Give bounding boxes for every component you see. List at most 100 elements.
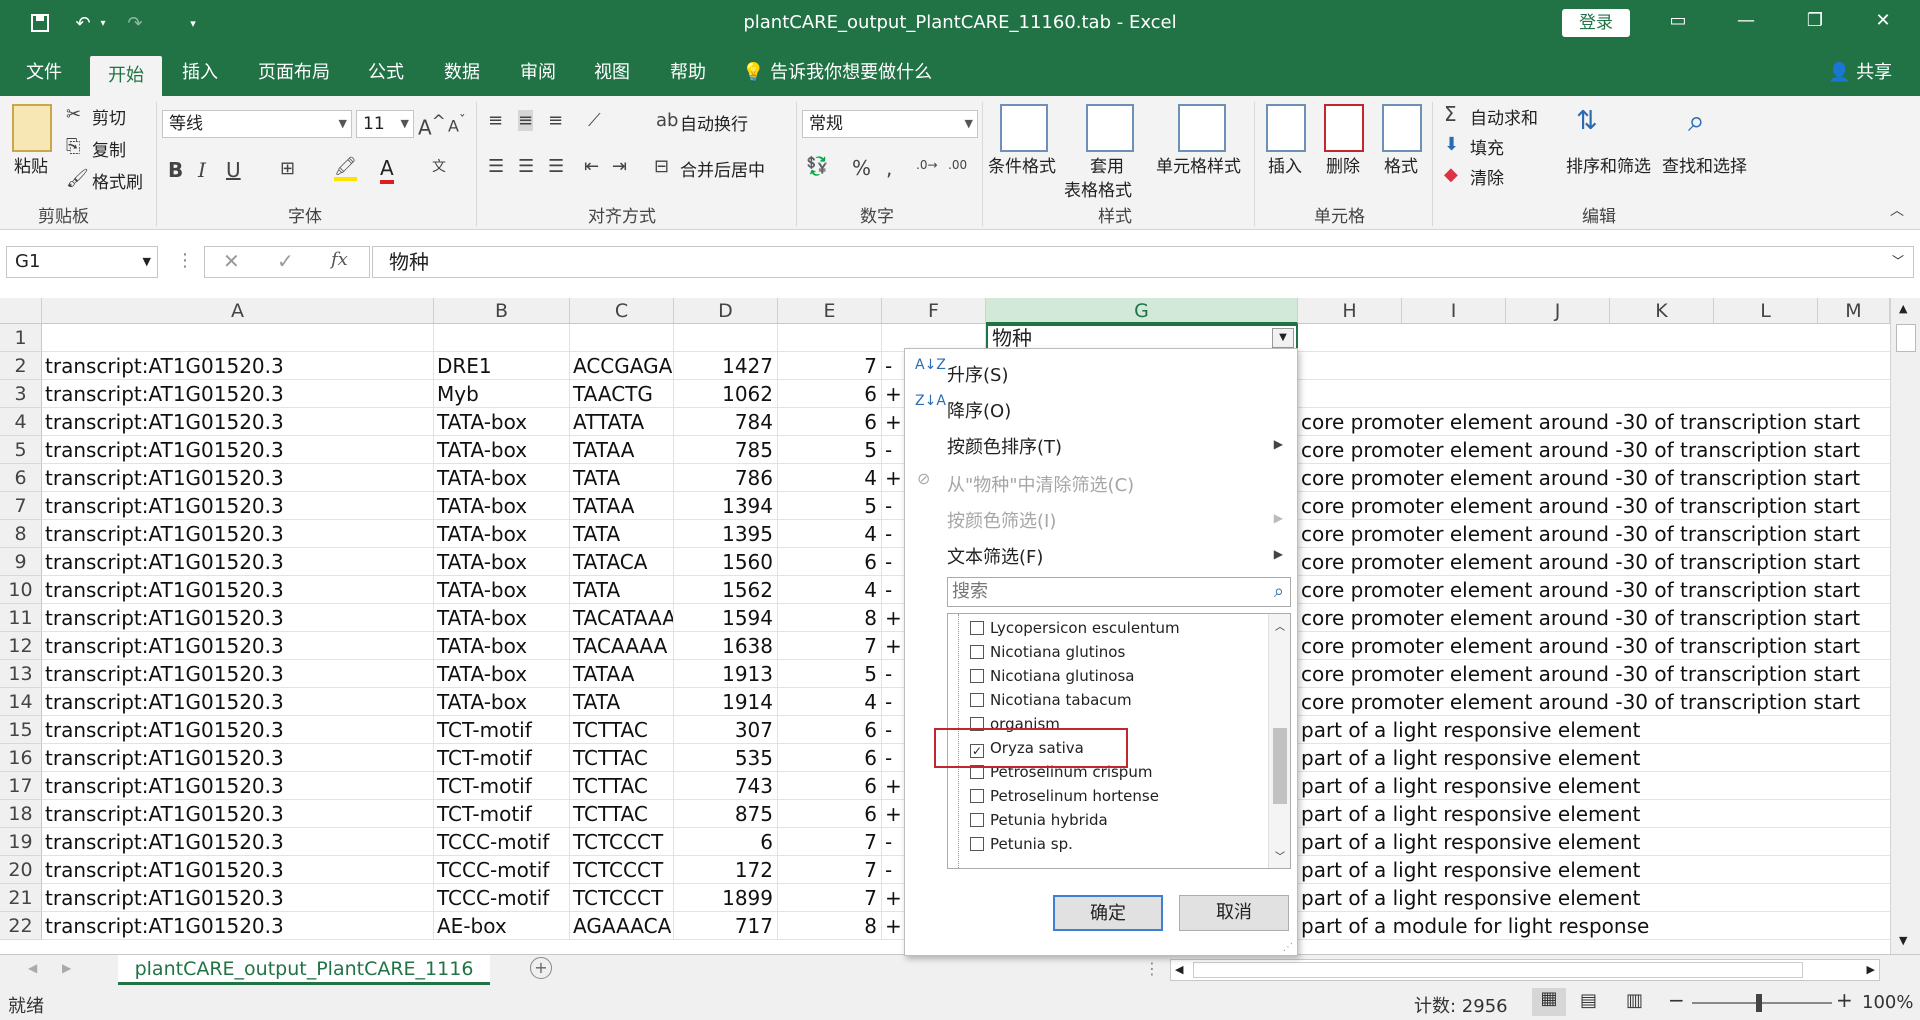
cell-h[interactable]: part of a light responsive element bbox=[1298, 884, 1890, 912]
copy-button[interactable]: 复制 bbox=[92, 136, 126, 161]
cell-e[interactable]: 6 bbox=[778, 772, 882, 800]
cell-c[interactable]: TATACA bbox=[570, 548, 674, 576]
font-color-icon[interactable]: A bbox=[380, 156, 394, 184]
filter-scroll-thumb[interactable] bbox=[1273, 728, 1287, 804]
cell-c[interactable]: TAACTG bbox=[570, 380, 674, 408]
cell-h[interactable] bbox=[1298, 352, 1890, 380]
cell-e[interactable]: 7 bbox=[778, 884, 882, 912]
cell-a[interactable]: transcript:AT1G01520.3 bbox=[42, 688, 434, 716]
cell-h[interactable] bbox=[1298, 380, 1890, 408]
cell-b[interactable]: TATA-box bbox=[434, 464, 570, 492]
cell-c[interactable]: TCTCCCT bbox=[570, 856, 674, 884]
cell-a[interactable]: transcript:AT1G01520.3 bbox=[42, 744, 434, 772]
resize-grip-icon[interactable]: ⋰ bbox=[1283, 942, 1293, 953]
row-header[interactable]: 11 bbox=[0, 604, 42, 632]
cell-h[interactable]: part of a light responsive element bbox=[1298, 856, 1890, 884]
expand-formula-icon[interactable]: ﹀ bbox=[1892, 252, 1904, 269]
cell-d[interactable]: 1914 bbox=[674, 688, 778, 716]
row-header[interactable]: 6 bbox=[0, 464, 42, 492]
cell-c[interactable]: TCTCCCT bbox=[570, 884, 674, 912]
format-table-label-1[interactable]: 套用 bbox=[1090, 152, 1124, 177]
cell-a[interactable]: transcript:AT1G01520.3 bbox=[42, 436, 434, 464]
ok-button[interactable]: 确定 bbox=[1053, 895, 1163, 931]
paste-icon[interactable] bbox=[12, 104, 52, 152]
cell-h[interactable]: core promoter element around -30 of tran… bbox=[1298, 408, 1890, 436]
cell-d[interactable]: 1562 bbox=[674, 576, 778, 604]
cell-d[interactable]: 1594 bbox=[674, 604, 778, 632]
zoom-level[interactable]: 100% bbox=[1862, 992, 1913, 1013]
filter-list-item[interactable]: Nicotiana glutinosa bbox=[970, 664, 1134, 688]
select-all-corner[interactable] bbox=[0, 298, 42, 324]
row-header[interactable]: 9 bbox=[0, 548, 42, 576]
cell-b[interactable]: TCT-motif bbox=[434, 772, 570, 800]
row-header[interactable]: 15 bbox=[0, 716, 42, 744]
increase-decimal-icon[interactable]: .0→ bbox=[916, 158, 938, 172]
cell-b[interactable]: DRE1 bbox=[434, 352, 570, 380]
row-header[interactable]: 8 bbox=[0, 520, 42, 548]
column-header-k[interactable]: K bbox=[1610, 298, 1714, 324]
cell-a[interactable]: transcript:AT1G01520.3 bbox=[42, 856, 434, 884]
cell-b[interactable]: TCT-motif bbox=[434, 744, 570, 772]
restore-icon[interactable]: ❐ bbox=[1800, 10, 1830, 36]
cell-e[interactable]: 4 bbox=[778, 464, 882, 492]
cell-a[interactable]: transcript:AT1G01520.3 bbox=[42, 828, 434, 856]
cell-b[interactable]: TATA-box bbox=[434, 520, 570, 548]
column-header-h[interactable]: H bbox=[1298, 298, 1402, 324]
font-name-select[interactable]: 等线 ▼ bbox=[162, 110, 352, 138]
column-header-d[interactable]: D bbox=[674, 298, 778, 324]
page-break-view-icon[interactable]: ▥ bbox=[1626, 990, 1643, 1011]
cell-e[interactable]: 7 bbox=[778, 632, 882, 660]
row-header[interactable]: 17 bbox=[0, 772, 42, 800]
cell-c[interactable]: TACAAAA bbox=[570, 632, 674, 660]
checkbox-icon[interactable] bbox=[970, 837, 984, 851]
cell-d[interactable]: 1899 bbox=[674, 884, 778, 912]
cell-a[interactable]: transcript:AT1G01520.3 bbox=[42, 576, 434, 604]
scroll-down-icon[interactable]: ▼ bbox=[1899, 934, 1907, 947]
drag-handle-icon[interactable]: ⋮ bbox=[176, 250, 194, 271]
checkbox-icon[interactable] bbox=[970, 645, 984, 659]
row-header[interactable]: 16 bbox=[0, 744, 42, 772]
row-header[interactable]: 3 bbox=[0, 380, 42, 408]
cell-a[interactable]: transcript:AT1G01520.3 bbox=[42, 492, 434, 520]
cell-a[interactable]: transcript:AT1G01520.3 bbox=[42, 660, 434, 688]
cell-b[interactable]: Myb bbox=[434, 380, 570, 408]
scroll-up-icon[interactable]: ︿ bbox=[1275, 618, 1285, 633]
filter-list-scrollbar[interactable]: ︿ ﹀ bbox=[1268, 614, 1290, 868]
align-left-icon[interactable]: ☰ bbox=[488, 156, 504, 177]
filter-list-item[interactable]: Petunia hybrida bbox=[970, 808, 1108, 832]
zoom-slider[interactable] bbox=[1692, 1002, 1832, 1004]
cell-h[interactable]: part of a module for light response bbox=[1298, 912, 1890, 940]
cell-c[interactable]: TCTTAC bbox=[570, 744, 674, 772]
cell-h[interactable]: part of a light responsive element bbox=[1298, 744, 1890, 772]
filter-by-color-item[interactable]: 按颜色筛选(I) bbox=[947, 507, 1056, 533]
format-cells-button[interactable]: 格式 bbox=[1384, 152, 1418, 177]
autosum-button[interactable]: 自动求和 bbox=[1470, 104, 1538, 129]
column-header-g[interactable]: G bbox=[986, 298, 1298, 324]
filter-list-item[interactable]: Nicotiana tabacum bbox=[970, 688, 1132, 712]
tab-splitter-icon[interactable]: ⋮ bbox=[1144, 959, 1160, 978]
checkbox-icon[interactable] bbox=[970, 813, 984, 827]
cell-e[interactable]: 5 bbox=[778, 492, 882, 520]
login-button[interactable]: 登录 bbox=[1562, 9, 1630, 37]
align-middle-icon[interactable]: ≡ bbox=[518, 110, 534, 131]
align-center-icon[interactable]: ☰ bbox=[518, 156, 534, 177]
cell-b[interactable]: TATA-box bbox=[434, 436, 570, 464]
close-icon[interactable]: ✕ bbox=[1868, 10, 1898, 36]
cancel-edit-icon[interactable]: ✕ bbox=[223, 249, 240, 273]
cell-c[interactable]: TCTTAC bbox=[570, 800, 674, 828]
cell-a[interactable]: transcript:AT1G01520.3 bbox=[42, 380, 434, 408]
sort-by-color-item[interactable]: 按颜色排序(T) bbox=[947, 433, 1062, 459]
vertical-scrollbar[interactable]: ▲ ▼ bbox=[1890, 298, 1920, 954]
cut-button[interactable]: 剪切 bbox=[92, 104, 126, 129]
column-header-i[interactable]: I bbox=[1402, 298, 1506, 324]
tab-file[interactable]: 文件 bbox=[22, 58, 66, 88]
row-header[interactable]: 18 bbox=[0, 800, 42, 828]
cell-c[interactable]: ACCGAGA bbox=[570, 352, 674, 380]
cell-e[interactable]: 7 bbox=[778, 828, 882, 856]
cell-b[interactable]: TATA-box bbox=[434, 408, 570, 436]
next-sheet-icon[interactable]: ▶ bbox=[62, 961, 71, 975]
cell-b[interactable]: TCCC-motif bbox=[434, 884, 570, 912]
cell-h[interactable]: core promoter element around -30 of tran… bbox=[1298, 576, 1890, 604]
filter-list-item[interactable]: Petroselinum hortense bbox=[970, 784, 1159, 808]
cell-b[interactable] bbox=[434, 324, 570, 352]
